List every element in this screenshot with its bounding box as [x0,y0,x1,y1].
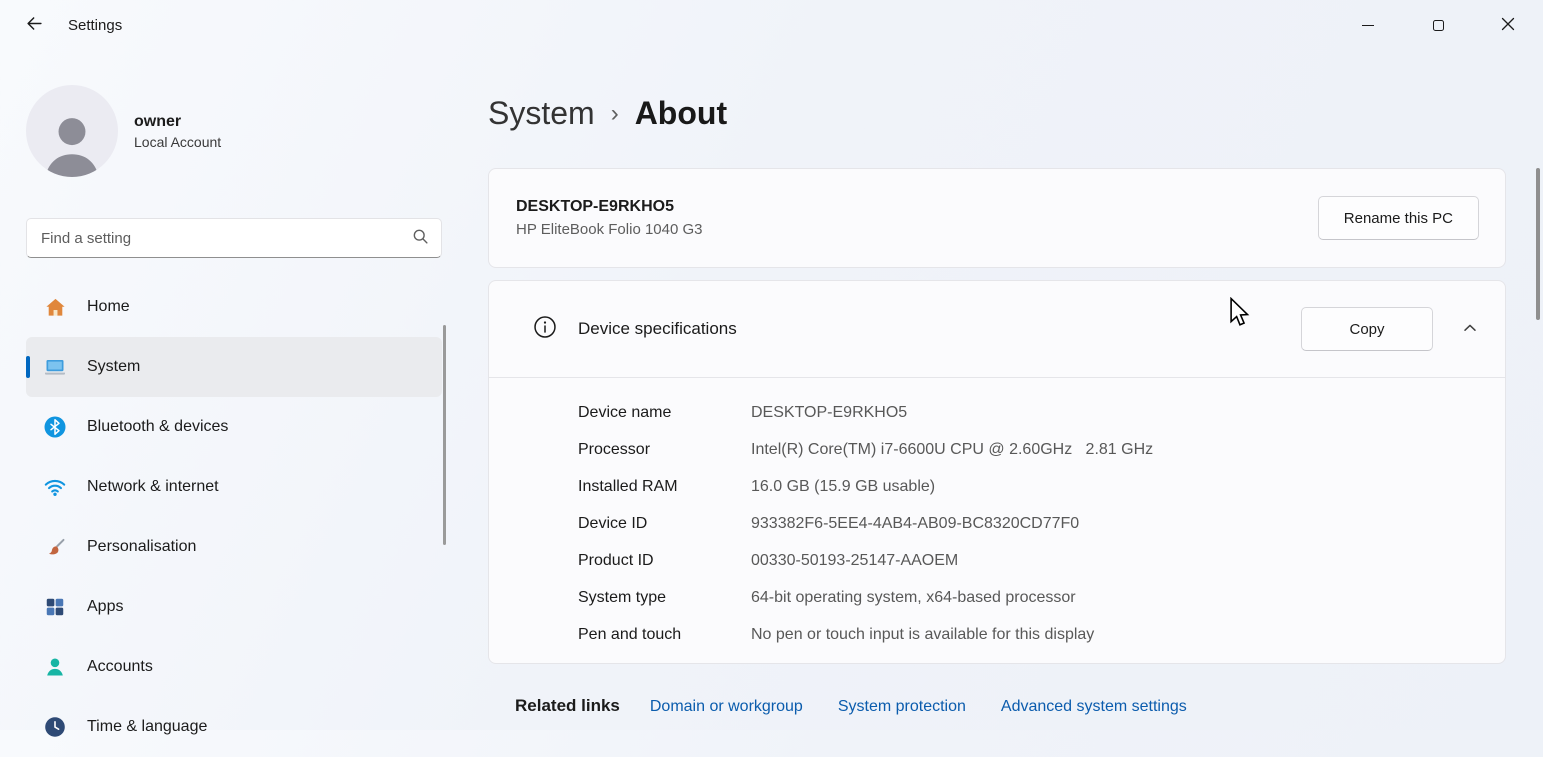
window-controls [1333,0,1543,50]
back-arrow-icon [26,15,43,35]
spec-value: Intel(R) Core(TM) i7-6600U CPU @ 2.60GHz… [751,441,1153,459]
apps-icon [43,595,67,619]
sidebar-item-label: Accounts [87,658,153,676]
sidebar-scrollbar-thumb[interactable] [443,325,446,545]
minimize-button[interactable] [1333,0,1403,50]
sidebar-item-label: System [87,358,140,376]
chevron-up-icon [1462,320,1478,339]
home-icon [43,295,67,319]
sidebar-item-bluetooth-devices[interactable]: Bluetooth & devices [26,397,442,457]
spec-label: Pen and touch [578,626,751,644]
sidebar-item-label: Bluetooth & devices [87,418,228,436]
link-advanced-system-settings[interactable]: Advanced system settings [1001,698,1187,716]
maximize-button[interactable] [1403,0,1473,50]
spec-label: Device name [578,404,751,422]
breadcrumb-chevron-icon: › [611,98,619,128]
page-title: About [635,95,727,132]
sidebar-item-personalisation[interactable]: Personalisation [26,517,442,577]
spec-value: 16.0 GB (15.9 GB usable) [751,478,935,496]
window-title: Settings [68,17,122,34]
time-language-icon [43,715,67,739]
spec-value: 933382F6-5EE4-4AB4-AB09-BC8320CD77F0 [751,515,1079,533]
device-specifications-title: Device specifications [578,319,737,339]
window-scrollbar-thumb[interactable] [1536,168,1540,320]
collapse-expander-button[interactable] [1459,318,1481,340]
sidebar-item-label: Time & language [87,718,207,736]
titlebar: Settings [0,0,1543,50]
sidebar-item-network-internet[interactable]: Network & internet [26,457,442,517]
user-name: owner [134,113,221,131]
sidebar-item-apps[interactable]: Apps [26,577,442,637]
spec-label: Product ID [578,552,751,570]
sidebar-item-accounts[interactable]: Accounts [26,637,442,697]
spec-label: Device ID [578,515,751,533]
bluetooth-icon [43,415,67,439]
spec-row: System type 64-bit operating system, x64… [578,579,1505,616]
spec-label: Processor [578,441,751,459]
sidebar-item-home[interactable]: Home [26,277,442,337]
personalisation-icon [43,535,67,559]
link-domain-or-workgroup[interactable]: Domain or workgroup [650,698,803,716]
accounts-icon [43,655,67,679]
related-links-section: Related links Domain or workgroup System… [488,696,1506,716]
spec-row: Processor Intel(R) Core(TM) i7-6600U CPU… [578,431,1505,468]
spec-row: Installed RAM 16.0 GB (15.9 GB usable) [578,468,1505,505]
sidebar-nav: Home System Bluetooth & devices Net [26,277,442,757]
sidebar-item-time-language[interactable]: Time & language [26,697,442,757]
back-button[interactable] [14,8,54,42]
search-icon [412,228,429,249]
settings-window: { "colors": { "accent": "#0067c0", "link… [0,0,1543,730]
copy-button[interactable]: Copy [1301,307,1433,351]
close-icon [1501,17,1515,34]
sidebar-item-label: Network & internet [87,478,219,496]
spec-row: Device ID 933382F6-5EE4-4AB4-AB09-BC8320… [578,505,1505,542]
spec-row: Device name DESKTOP-E9RKHO5 [578,394,1505,431]
device-specifications-card: Device specifications Copy Device name D… [488,280,1506,664]
device-specifications-content: Device name DESKTOP-E9RKHO5 Processor In… [489,377,1505,663]
spec-value: 00330-50193-25147-AAOEM [751,552,958,570]
spec-value: 64-bit operating system, x64-based proce… [751,589,1076,607]
selection-indicator [26,356,30,378]
spec-value: No pen or touch input is available for t… [751,626,1094,644]
info-icon [532,314,558,344]
related-links-title: Related links [515,696,620,716]
user-profile[interactable]: owner Local Account [26,85,442,177]
search-box [26,218,442,258]
breadcrumb: System › About [488,90,1506,136]
device-specifications-header[interactable]: Device specifications Copy [489,281,1505,377]
spec-label: Installed RAM [578,478,751,496]
sidebar-item-system[interactable]: System [26,337,442,397]
maximize-icon [1433,20,1444,31]
sidebar-item-label: Apps [87,598,123,616]
close-button[interactable] [1473,0,1543,50]
spec-row: Pen and touch No pen or touch input is a… [578,616,1505,653]
avatar [26,85,118,177]
main-content: System › About DESKTOP-E9RKHO5 HP EliteB… [460,50,1543,730]
user-account-type: Local Account [134,134,221,150]
sidebar: owner Local Account Home Sys [0,50,460,730]
spec-value: DESKTOP-E9RKHO5 [751,404,907,422]
search-input[interactable] [41,230,412,247]
device-model: HP EliteBook Folio 1040 G3 [516,221,703,238]
network-icon [43,475,67,499]
spec-row: Product ID 00330-50193-25147-AAOEM [578,542,1505,579]
rename-pc-button[interactable]: Rename this PC [1318,196,1479,240]
system-icon [43,355,67,379]
spec-label: System type [578,589,751,607]
breadcrumb-system[interactable]: System [488,95,595,132]
device-name: DESKTOP-E9RKHO5 [516,198,703,216]
minimize-icon [1362,25,1374,26]
sidebar-item-label: Home [87,298,130,316]
link-system-protection[interactable]: System protection [838,698,966,716]
sidebar-item-label: Personalisation [87,538,196,556]
device-name-card: DESKTOP-E9RKHO5 HP EliteBook Folio 1040 … [488,168,1506,268]
